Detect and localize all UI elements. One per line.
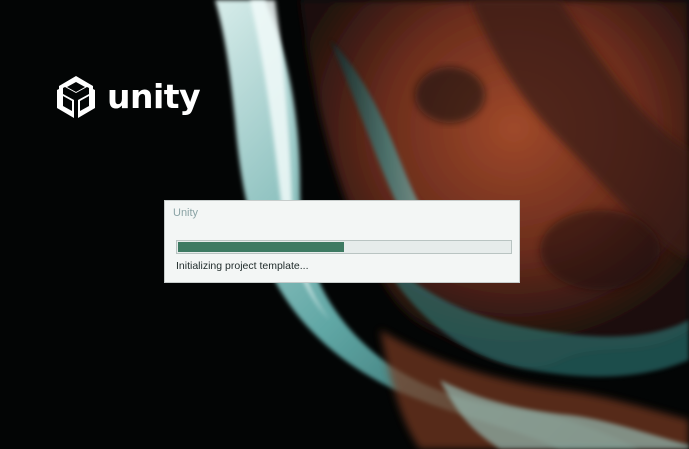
progress-bar bbox=[176, 240, 512, 254]
dialog-title: Unity bbox=[173, 207, 199, 219]
progress-bar-fill bbox=[178, 242, 344, 252]
unity-splash-screen: unity Unity Initializing project templat… bbox=[0, 0, 689, 449]
progress-dialog: Unity Initializing project template... bbox=[164, 200, 520, 283]
unity-cube-icon bbox=[57, 76, 95, 118]
status-message: Initializing project template... bbox=[176, 260, 309, 272]
unity-logo: unity bbox=[53, 74, 201, 120]
unity-wordmark: unity bbox=[107, 77, 201, 116]
